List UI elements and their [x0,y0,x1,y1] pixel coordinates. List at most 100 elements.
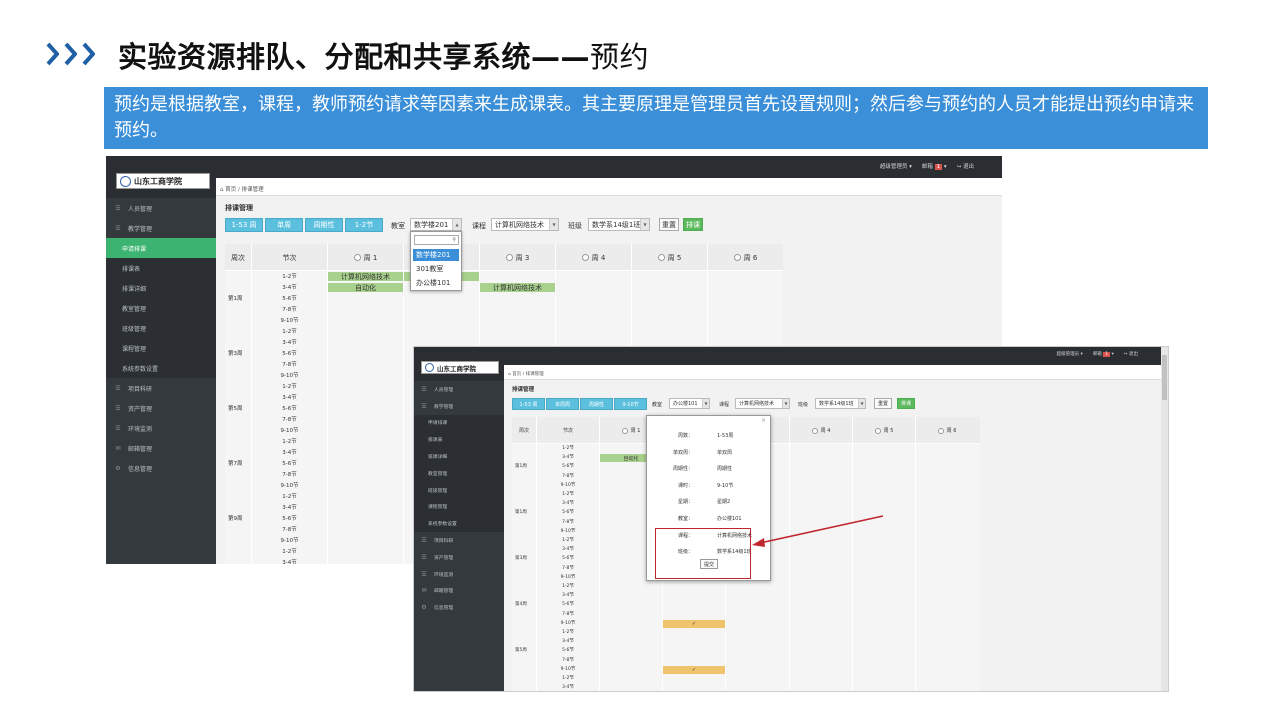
menu-icon: ⚙ [115,464,121,472]
sidebar-item[interactable]: ⚙ 信息管理 [106,458,216,478]
section-label: 5-6节 [282,351,297,357]
radio-button[interactable] [874,427,881,434]
section-label: 1-2节 [562,676,574,681]
radio-button[interactable] [505,254,513,261]
sidebar-item[interactable]: 班级管理 [106,318,216,338]
sidebar-item[interactable]: ☰ 环境监测 [414,565,504,583]
radio-button[interactable] [353,254,361,261]
booking-cell[interactable]: 自动化 [328,283,403,292]
sidebar-item[interactable]: ☰ 资产管理 [414,548,504,566]
booking-cell[interactable]: 计算机网络技术 [480,283,555,292]
tab-sections[interactable]: 1-2节 [345,218,383,232]
header-day-6[interactable]: 周 6 [708,244,783,271]
sidebar-item[interactable]: ☰ 教学管理 [106,218,216,238]
tab-periodic[interactable]: 周期性 [580,398,613,410]
sidebar-item[interactable]: 系统参数设置 [106,358,216,378]
sidebar-item-label: 班级管理 [428,488,448,494]
sidebar-item[interactable]: ☰ 环境监测 [106,418,216,438]
booking-cell-selected[interactable]: ✓ [663,666,725,674]
menu-icon: ☰ [421,570,427,578]
section-label: 3-4节 [562,501,574,507]
radio-button[interactable] [937,427,944,434]
classroom-select[interactable]: 数学楼201 ▲ [410,218,462,231]
logout-link[interactable]: ↪ 退出 [957,162,974,170]
booking-cell-selected[interactable]: ✓ [663,620,725,628]
sidebar-item[interactable]: 排课详细 [106,278,216,298]
class-select[interactable]: 数学系14级1班 ▼ [588,218,650,231]
sidebar-item-label: 申请排课 [428,421,448,427]
sidebar-item-label: 人员管理 [128,205,153,213]
sidebar-item[interactable]: 教室管理 [414,464,504,482]
reset-button[interactable]: 重置 [659,218,679,231]
booking-cell[interactable]: 计算机网络技术 [328,272,403,281]
header-day-4[interactable]: 周 4 [790,417,852,444]
schedule-button[interactable]: 排课 [897,398,915,409]
sidebar-item[interactable]: 申请排课 [106,238,216,258]
dropdown-option[interactable]: 办公楼101 [413,277,459,289]
schedule-button[interactable]: 排课 [683,218,703,231]
header-day-6[interactable]: 周 6 [916,417,978,444]
sidebar-item[interactable]: 申请排课 [414,414,504,432]
sidebar-item[interactable]: ☰ 项目科研 [414,532,504,549]
admin-menu[interactable]: 超级管理员 ▾ [1057,351,1083,357]
close-icon[interactable]: × [761,417,766,424]
course-select[interactable]: 计算机网络技术 ▼ [491,218,559,231]
course-select[interactable]: 计算机网络技术 ▼ [735,398,790,409]
section-label: 3-4节 [562,685,574,691]
sidebar-item[interactable]: 班级管理 [414,481,504,499]
sidebar-item[interactable]: ✉ 邮箱管理 [414,582,504,600]
classroom-select[interactable]: 办公楼101 ▼ [669,398,710,409]
tab-weeks[interactable]: 1-53 周 [512,398,545,410]
sidebar-item[interactable]: ☰ 人员管理 [106,198,216,218]
sidebar-item[interactable]: ✉ 邮箱管理 [106,438,216,458]
sidebar-item-label: 申请排课 [122,245,147,253]
sidebar-item[interactable]: 课程管理 [106,338,216,358]
radio-button[interactable] [657,254,665,261]
header-day-5[interactable]: 周 5 [632,244,707,271]
header-day-1[interactable]: 周 1 [328,244,403,271]
sidebar-item-label: 课程管理 [428,505,448,511]
header-week-no: 周次 [231,253,245,262]
filter-tabs: 1-53 周 单周周 周期性 9-10节 [512,398,647,410]
week-label: 第1周 [228,296,243,302]
dialog-key: 周期性： [672,466,693,473]
tab-single-week[interactable]: 单周周 [546,398,579,410]
dialog-row: 周期性： 周期性 [647,465,770,475]
tab-periodic[interactable]: 周期性 [305,218,343,232]
mail-link[interactable]: 邮箱 1 ▾ [1093,351,1114,357]
class-select[interactable]: 数学系14级1班 ▼ [815,398,866,409]
header-day-5[interactable]: 周 5 [853,417,915,444]
logout-link[interactable]: ↪ 退出 [1124,351,1138,357]
dropdown-option[interactable]: 数学楼201 [413,249,459,261]
sidebar-item[interactable]: ☰ 项目科研 [106,378,216,398]
dialog-row: 星期： 星期2 [647,498,770,508]
header-day-3[interactable]: 周 3 [480,244,555,271]
sidebar-item[interactable]: 课程管理 [414,498,504,516]
tab-weeks[interactable]: 1-53 周 [225,218,263,232]
reset-button[interactable]: 重置 [874,398,892,409]
sidebar-item[interactable]: ☰ 教学管理 [414,397,504,415]
sidebar-item[interactable]: 排课详细 [414,448,504,465]
sidebar: ☰ 人员管理 ☰ 教学管理 申请排课 排课表 排课详细 教室管理 班级管理 课程管理 系统参数设置 ☰… [414,381,504,691]
radio-button[interactable] [733,254,741,261]
tab-sections[interactable]: 9-10节 [614,398,647,410]
scrollbar-thumb[interactable] [1162,355,1167,400]
dropdown-search-input[interactable]: ⚲ [414,235,459,245]
dropdown-option[interactable]: 301教室 [413,263,459,275]
radio-button[interactable] [581,254,589,261]
admin-menu[interactable]: 超级管理员 ▾ [880,162,912,170]
sidebar-item[interactable]: 排课表 [414,431,504,449]
sidebar-item[interactable]: 教室管理 [106,298,216,318]
menu-icon: ☰ [421,385,427,393]
sidebar-item[interactable]: ☰ 资产管理 [106,398,216,418]
section-label: 9-10节 [560,482,576,488]
tab-single-week[interactable]: 单周 [265,218,303,232]
radio-button[interactable] [621,427,628,434]
mail-link[interactable]: 邮箱 1 ▾ [922,162,947,170]
sidebar-item[interactable]: 系统参数设置 [414,515,504,533]
header-day-4[interactable]: 周 4 [556,244,631,271]
sidebar-item[interactable]: 排课表 [106,258,216,278]
sidebar-item[interactable]: ⚙ 信息管理 [414,599,504,617]
sidebar-item[interactable]: ☰ 人员管理 [414,381,504,398]
radio-button[interactable] [811,427,818,434]
